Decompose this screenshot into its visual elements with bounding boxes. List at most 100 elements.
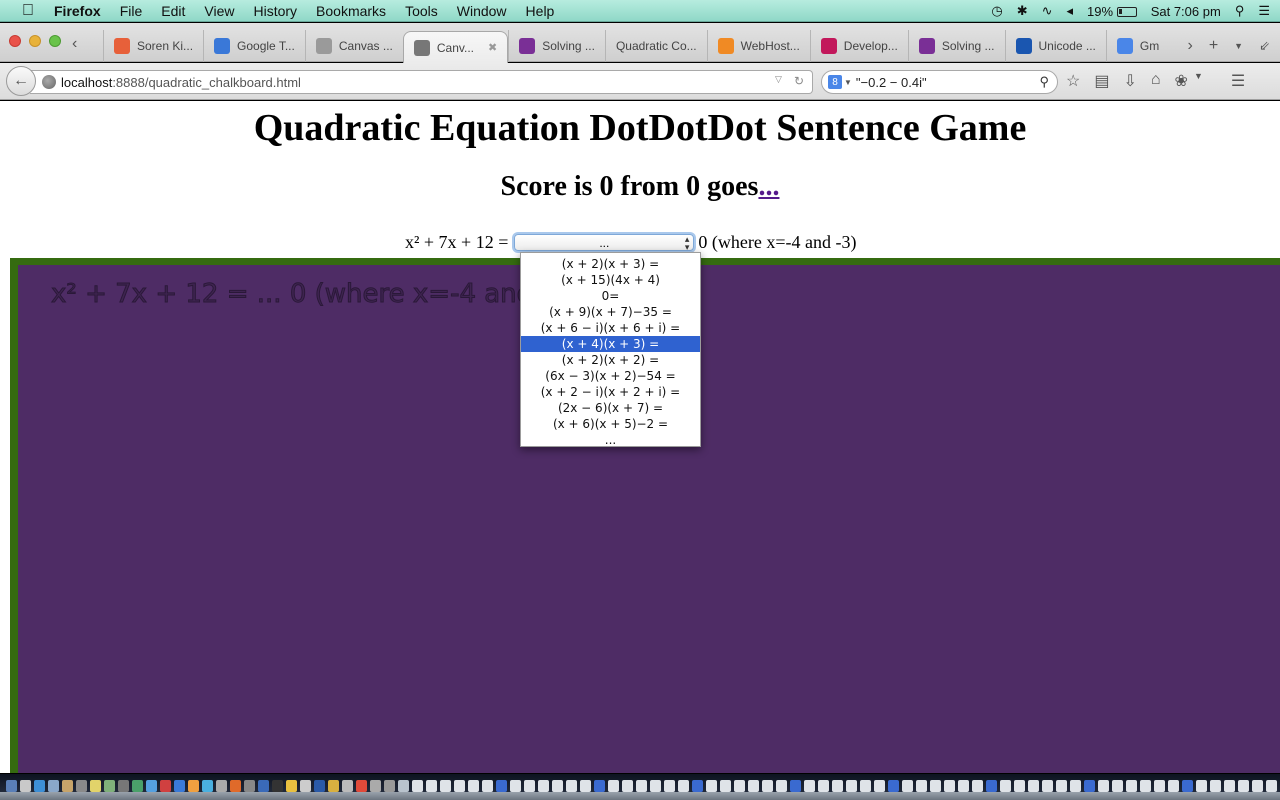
volume-icon[interactable]: ◂ xyxy=(1067,3,1074,19)
dock-app-icon[interactable] xyxy=(468,780,479,792)
close-window-button[interactable] xyxy=(9,35,21,47)
dock-app-icon[interactable] xyxy=(1014,780,1025,792)
site-identity-icon[interactable] xyxy=(42,75,56,89)
dock-app-icon[interactable] xyxy=(664,780,675,792)
dock-app-icon[interactable] xyxy=(398,780,409,792)
clock[interactable]: Sat 7:06 pm xyxy=(1151,4,1221,19)
menu-hamburger-icon[interactable]: ☰ xyxy=(1231,71,1245,91)
dock-app-icon[interactable] xyxy=(874,780,885,792)
dropdown-option[interactable]: (x + 9)(x + 7)−35 = xyxy=(521,304,700,320)
battery-icon[interactable] xyxy=(1116,7,1137,18)
dropdown-option[interactable]: (x + 6 − i)(x + 6 + i) = xyxy=(521,320,700,336)
dock-app-icon[interactable] xyxy=(636,780,647,792)
dock-app-icon[interactable] xyxy=(1126,780,1137,792)
dock-app-icon[interactable] xyxy=(986,780,997,792)
menu-bookmarks[interactable]: Bookmarks xyxy=(316,3,386,19)
menu-edit[interactable]: Edit xyxy=(161,3,185,19)
tab-list-icon[interactable]: ▼ xyxy=(1234,41,1243,51)
dock-app-icon[interactable] xyxy=(62,780,73,792)
dock-app-icon[interactable] xyxy=(650,780,661,792)
dropdown-option[interactable]: (2x − 6)(x + 7) = xyxy=(521,400,700,416)
dock-app-icon[interactable] xyxy=(972,780,983,792)
time-machine-icon[interactable]: ◷ xyxy=(991,3,1002,19)
score-link[interactable]: ... xyxy=(758,171,779,202)
close-tab-icon[interactable]: ✖ xyxy=(488,41,497,54)
dock-app-icon[interactable] xyxy=(678,780,689,792)
dock-app-icon[interactable] xyxy=(146,780,157,792)
dropdown-option[interactable]: (x + 2 − i)(x + 2 + i) = xyxy=(521,384,700,400)
tab[interactable]: Canvas ... xyxy=(304,30,403,62)
dock-app-icon[interactable] xyxy=(76,780,87,792)
zoom-window-button[interactable] xyxy=(49,35,61,47)
menu-window[interactable]: Window xyxy=(457,3,507,19)
google-search-engine-icon[interactable]: 8 xyxy=(828,75,842,89)
notification-center-icon[interactable]: ☰ xyxy=(1258,3,1270,19)
dock-app-icon[interactable] xyxy=(1140,780,1151,792)
menu-tools[interactable]: Tools xyxy=(405,3,438,19)
reading-list-icon[interactable]: ▤ xyxy=(1094,71,1109,91)
dropdown-option[interactable]: (x + 15)(4x + 4) xyxy=(521,272,700,288)
dock-app-icon[interactable] xyxy=(888,780,899,792)
answer-dropdown-list[interactable]: (x + 2)(x + 3) = (x + 15)(4x + 4) 0= (x + 9… xyxy=(520,252,701,447)
dock-app-icon[interactable] xyxy=(1252,780,1263,792)
dock-app-icon[interactable] xyxy=(314,780,325,792)
dock-app-icon[interactable] xyxy=(930,780,941,792)
dock-app-icon[interactable] xyxy=(482,780,493,792)
fullscreen-icon[interactable]: ⇙ xyxy=(1259,38,1270,54)
search-engine-dropdown-icon[interactable]: ▼ xyxy=(844,78,852,87)
tab[interactable]: Google T... xyxy=(203,30,305,62)
dock-app-icon[interactable] xyxy=(384,780,395,792)
dock-app-icon[interactable] xyxy=(440,780,451,792)
dock-app-icon[interactable] xyxy=(594,780,605,792)
dock-app-icon[interactable] xyxy=(300,780,311,792)
dropdown-option[interactable]: ... xyxy=(521,432,700,448)
dock-app-icon[interactable] xyxy=(692,780,703,792)
dock-app-icon[interactable] xyxy=(552,780,563,792)
dropdown-option[interactable]: (6x − 3)(x + 2)−54 = xyxy=(521,368,700,384)
dock-app-icon[interactable] xyxy=(1238,780,1249,792)
dock-app-icon[interactable] xyxy=(538,780,549,792)
tab-scroll-left-icon[interactable]: ‹ xyxy=(72,35,77,53)
dock-app-icon[interactable] xyxy=(1182,780,1193,792)
dock-app-icon[interactable] xyxy=(944,780,955,792)
dock-app-icon[interactable] xyxy=(1196,780,1207,792)
dock-app-icon[interactable] xyxy=(160,780,171,792)
dock-app-icon[interactable] xyxy=(1028,780,1039,792)
back-button[interactable]: ← xyxy=(6,66,36,96)
dock-app-icon[interactable] xyxy=(230,780,241,792)
dock-app-icon[interactable] xyxy=(510,780,521,792)
minimize-window-button[interactable] xyxy=(29,35,41,47)
search-icon[interactable]: ⚲ xyxy=(1039,74,1049,90)
dock-app-icon[interactable] xyxy=(916,780,927,792)
search-bar[interactable]: 8 ▼ "−0.2 − 0.4i" ⚲ xyxy=(821,70,1058,94)
tab[interactable]: Solving ... xyxy=(907,30,1005,62)
dock-app-icon[interactable] xyxy=(524,780,535,792)
dock-app-icon[interactable] xyxy=(426,780,437,792)
dock-app-icon[interactable] xyxy=(762,780,773,792)
dock-app-icon[interactable] xyxy=(496,780,507,792)
dock-app-icon[interactable] xyxy=(412,780,423,792)
tab-active[interactable]: Canv... ✖ xyxy=(402,31,509,63)
dock-app-icon[interactable] xyxy=(104,780,115,792)
dock-app-icon[interactable] xyxy=(328,780,339,792)
dock-app-icon[interactable] xyxy=(1000,780,1011,792)
new-tab-icon[interactable]: + xyxy=(1209,37,1218,55)
menu-file[interactable]: File xyxy=(120,3,143,19)
tab-scroll-right-icon[interactable]: › xyxy=(1188,37,1193,55)
dock-app-icon[interactable] xyxy=(188,780,199,792)
dock-app-icon[interactable] xyxy=(118,780,129,792)
dock-app-icon[interactable] xyxy=(1210,780,1221,792)
search-input[interactable]: "−0.2 − 0.4i" xyxy=(856,75,927,90)
dock-app-icon[interactable] xyxy=(776,780,787,792)
dock-app-icon[interactable] xyxy=(1042,780,1053,792)
dock-app-icon[interactable] xyxy=(1266,780,1277,792)
dock-app-icon[interactable] xyxy=(286,780,297,792)
dock-app-icon[interactable] xyxy=(272,780,283,792)
dock-app-icon[interactable] xyxy=(356,780,367,792)
bookmark-star-icon[interactable]: ☆ xyxy=(1066,71,1080,91)
dock-app-icon[interactable] xyxy=(748,780,759,792)
dock-app-icon[interactable] xyxy=(174,780,185,792)
dock-app-icon[interactable] xyxy=(454,780,465,792)
dock-app-icon[interactable] xyxy=(1224,780,1235,792)
apple-menu-icon[interactable]:  xyxy=(20,2,36,19)
